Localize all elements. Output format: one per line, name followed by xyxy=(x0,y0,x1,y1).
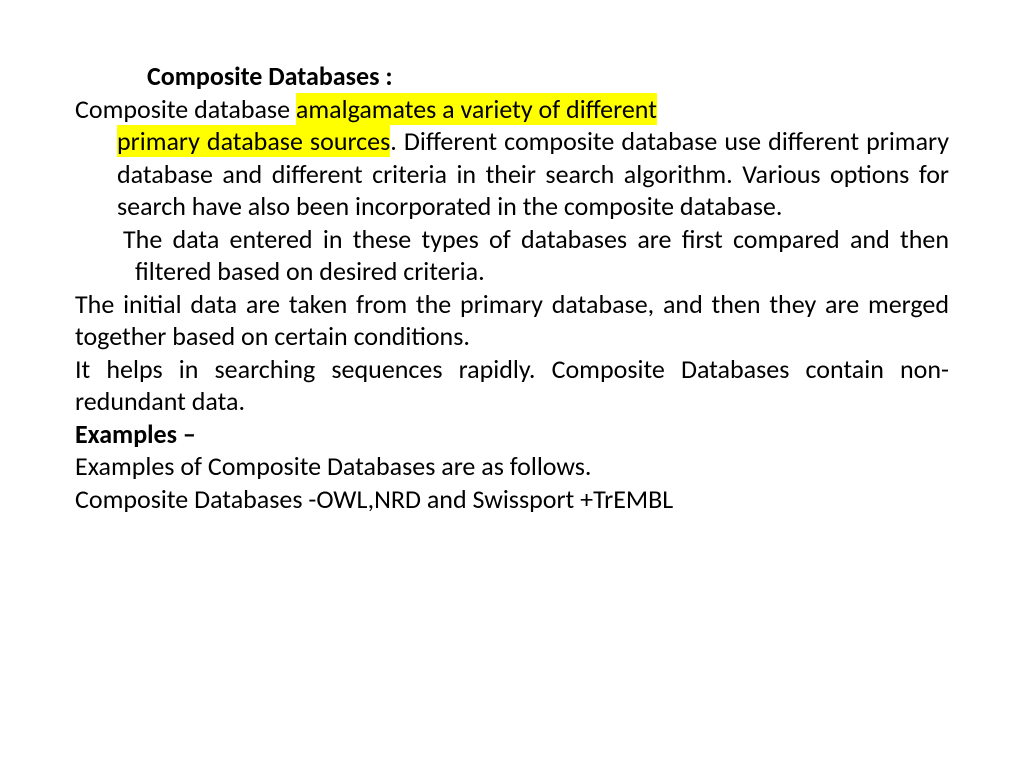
para2-text-a: The data entered in these types of datab… xyxy=(123,223,949,255)
examples-label: Examples – xyxy=(75,418,949,451)
paragraph-1-rest: primary database sources. Different comp… xyxy=(75,125,949,223)
highlight-span-1: amalgamates a variety of different xyxy=(296,93,657,125)
examples-list: Composite Databases -OWL,NRD and Swisspo… xyxy=(75,483,949,516)
paragraph-1-line1: Composite database amalgamates a variety… xyxy=(75,93,949,126)
para2-text-b: filtered based on desired criteria. xyxy=(135,255,485,287)
slide-content: Composite Databases : Composite database… xyxy=(75,60,949,515)
highlight-span-2: primary database sources xyxy=(117,125,390,157)
paragraph-4: It helps in searching sequences rapidly.… xyxy=(75,353,949,418)
paragraph-2: The data entered in these types of datab… xyxy=(75,223,949,288)
paragraph-1: Composite database amalgamates a variety… xyxy=(75,93,949,223)
slide-title: Composite Databases : xyxy=(75,60,949,93)
para1-lead: Composite database xyxy=(75,93,296,125)
paragraph-3: The initial data are taken from the prim… xyxy=(75,288,949,353)
examples-intro: Examples of Composite Databases are as f… xyxy=(75,450,949,483)
